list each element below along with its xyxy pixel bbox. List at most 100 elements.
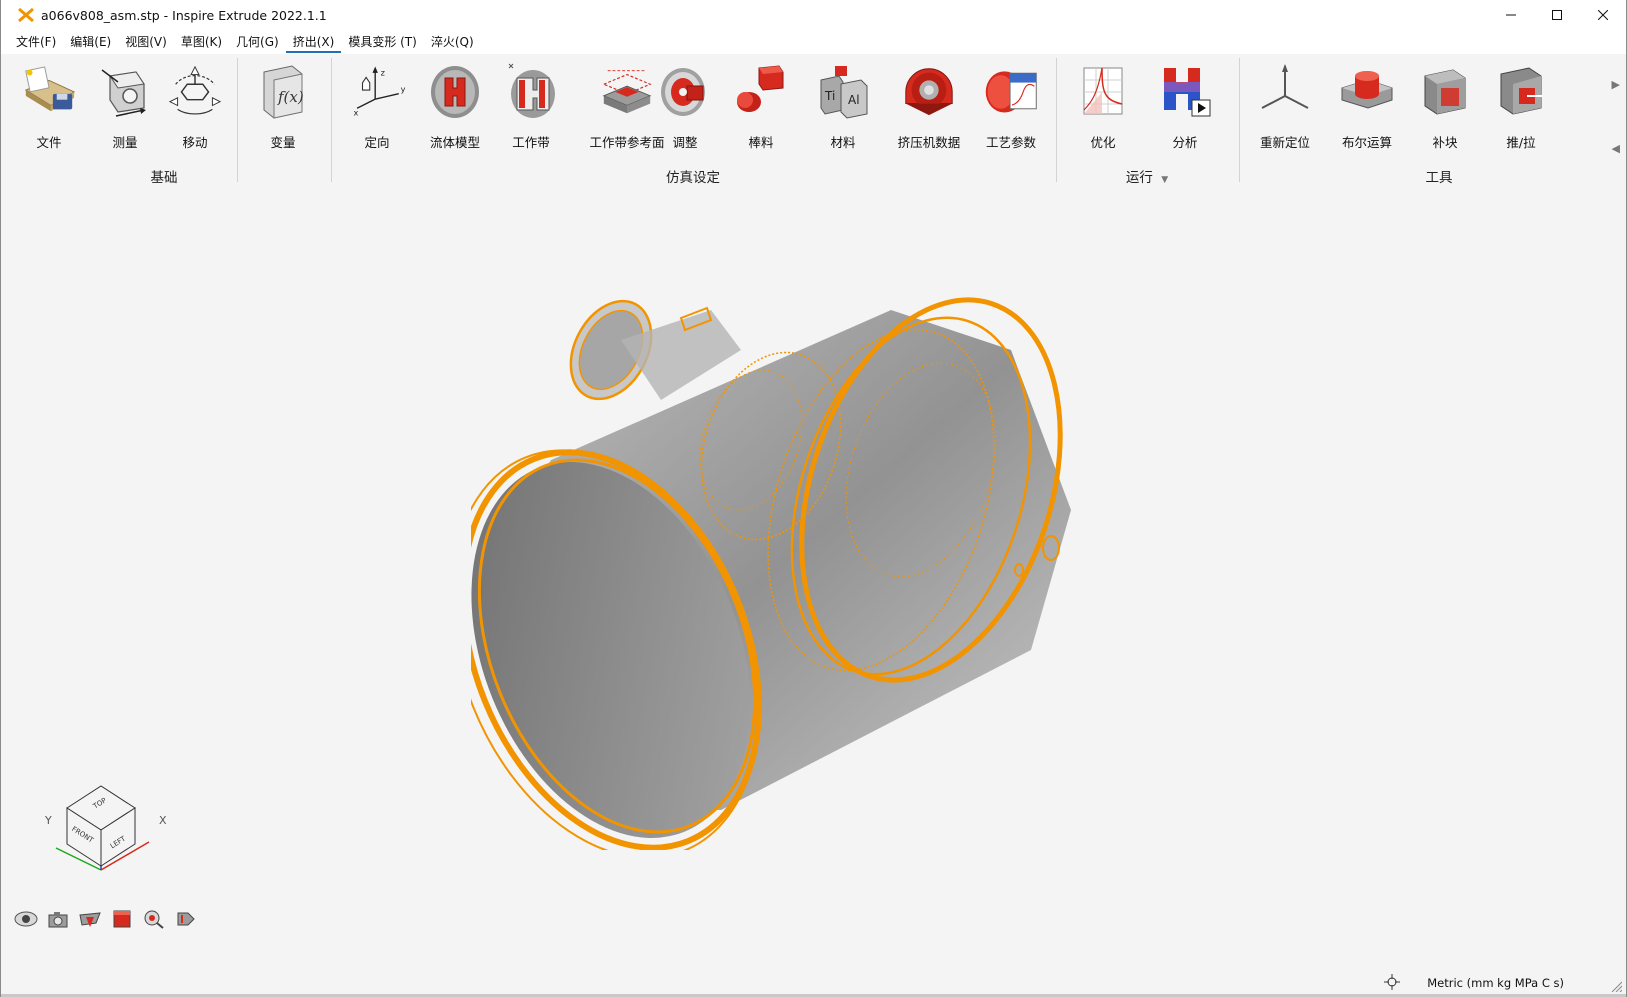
measure-tool-label: 测量: [112, 135, 138, 150]
svg-text:f(x): f(x): [277, 88, 304, 106]
billet-tool-button[interactable]: 棒料: [723, 62, 799, 152]
model-assembly[interactable]: [450, 290, 1091, 859]
maximize-button[interactable]: [1534, 0, 1580, 30]
optimize-tool-label: 优化: [1090, 135, 1116, 150]
file-tool-button[interactable]: 文件: [11, 62, 87, 152]
window-controls: [1488, 0, 1626, 30]
svg-text:Al: Al: [848, 93, 860, 107]
ribbon: 文件 测量 移动 f(x) 变量 z y x 定向 流体模型 工作带 工作带参考…: [1, 54, 1626, 190]
title-bar: a066v808_asm.stp - Inspire Extrude 2022.…: [1, 0, 1626, 30]
modeling-viewport[interactable]: TOP FRONT LEFT Y X: [1, 190, 1626, 980]
view-cube[interactable]: TOP FRONT LEFT Y X: [41, 780, 181, 880]
ribbon-separator: [331, 58, 332, 182]
window-title: a066v808_asm.stp - Inspire Extrude 2022.…: [41, 7, 327, 23]
group-label-run[interactable]: 运行 ▼: [1126, 166, 1168, 186]
boolean-tool-button[interactable]: 布尔运算: [1329, 62, 1405, 152]
group-label-simulation-setup: 仿真设定: [666, 170, 720, 186]
flow-model-tool-label: 流体模型: [429, 135, 480, 150]
press-data-tool-button[interactable]: 挤压机数据: [891, 62, 967, 152]
bearing-icon: [502, 62, 560, 120]
visibility-eye-icon[interactable]: [13, 908, 39, 930]
adjust-icon: [656, 62, 714, 120]
menu-edit[interactable]: 编辑(E): [63, 31, 118, 53]
boolean-icon: [1338, 62, 1396, 120]
close-button[interactable]: [1580, 0, 1626, 30]
flow-model-tool-button[interactable]: 流体模型: [417, 62, 493, 152]
variables-tool-label: 变量: [270, 135, 296, 150]
reposition-tool-button[interactable]: 重新定位: [1247, 62, 1323, 152]
variables-tool-button[interactable]: f(x) 变量: [245, 62, 321, 152]
analyze-tool-button[interactable]: 分析: [1147, 62, 1223, 152]
svg-text:Ti: Ti: [824, 89, 835, 103]
material-icon: Ti Al: [814, 62, 872, 120]
menu-die-deformation[interactable]: 模具变形 (T): [341, 31, 424, 53]
unit-system-label[interactable]: Metric (mm kg MPa C s): [1427, 976, 1564, 990]
orient-tool-label: 定向: [364, 135, 390, 150]
move-icon: [166, 62, 224, 120]
process-params-tool-label: 工艺参数: [985, 135, 1036, 150]
patch-tool-button[interactable]: 补块: [1407, 62, 1483, 152]
bearing-tool-button[interactable]: 工作带: [493, 62, 569, 152]
group-label-run-text: 运行: [1125, 170, 1153, 186]
patch-tool-label: 补块: [1432, 135, 1458, 150]
resize-grip-icon[interactable]: [1610, 980, 1623, 995]
menu-quench[interactable]: 淬火(Q): [424, 31, 481, 53]
menu-extrude[interactable]: 挤出(X): [285, 31, 342, 53]
measure-tool-button[interactable]: 测量: [87, 62, 163, 152]
orient-tool-button[interactable]: z y x 定向: [339, 62, 415, 152]
ribbon-scroll-left-icon[interactable]: ◀: [1612, 142, 1620, 155]
billet-tool-label: 棒料: [748, 135, 774, 150]
svg-text:z: z: [381, 68, 385, 78]
push-pull-tool-label: 推/拉: [1506, 135, 1536, 150]
reposition-icon: [1256, 62, 1314, 120]
move-tool-label: 移动: [182, 135, 208, 150]
adjust-tool-label: 调整: [672, 135, 698, 150]
axis-y-label: Y: [45, 814, 52, 827]
material-tool-button[interactable]: Ti Al 材料: [805, 62, 881, 152]
ribbon-scroll-right-icon[interactable]: ▶: [1612, 78, 1620, 91]
analyze-tool-label: 分析: [1172, 135, 1198, 150]
group-label-basics: 基础: [150, 170, 178, 186]
render-mode-icon[interactable]: [109, 908, 135, 930]
app-logo-icon: [15, 0, 37, 30]
ribbon-separator: [237, 58, 238, 182]
flow-model-icon: [426, 62, 484, 120]
menu-view[interactable]: 视图(V): [118, 31, 174, 53]
process-params-icon: [982, 62, 1040, 120]
menu-bar: 文件(F) 编辑(E) 视图(V) 草图(K) 几何(G) 挤出(X) 模具变形…: [1, 30, 1626, 54]
menu-geometry[interactable]: 几何(G): [229, 31, 286, 53]
press-data-tool-label: 挤压机数据: [897, 135, 961, 150]
optimize-icon: [1074, 62, 1132, 120]
minimize-button[interactable]: [1488, 0, 1534, 30]
reposition-tool-label: 重新定位: [1259, 135, 1310, 150]
analyze-icon: [1156, 62, 1214, 120]
view-tools: [13, 908, 199, 930]
push-pull-icon: [1492, 62, 1550, 120]
3d-view-icon[interactable]: [173, 908, 199, 930]
svg-text:x: x: [353, 107, 358, 117]
optimize-tool-button[interactable]: 优化: [1065, 62, 1141, 152]
svg-text:y: y: [401, 84, 406, 94]
crosshair-icon[interactable]: [1384, 974, 1400, 993]
axis-x-label: X: [159, 814, 167, 827]
boolean-tool-label: 布尔运算: [1341, 135, 1392, 150]
group-label-tools: 工具: [1425, 170, 1453, 186]
ribbon-separator: [1239, 58, 1240, 182]
ribbon-separator: [1056, 58, 1057, 182]
section-cut-icon[interactable]: [77, 908, 103, 930]
menu-file[interactable]: 文件(F): [9, 31, 63, 53]
press-icon: [900, 62, 958, 120]
process-params-tool-button[interactable]: 工艺参数: [973, 62, 1049, 152]
app-window: a066v808_asm.stp - Inspire Extrude 2022.…: [0, 0, 1627, 997]
axes-icon: z y x: [348, 62, 406, 120]
bearing-tool-label: 工作带: [512, 135, 550, 150]
move-tool-button[interactable]: 移动: [157, 62, 233, 152]
zoom-icon[interactable]: [141, 908, 167, 930]
adjust-tool-button[interactable]: 调整: [647, 62, 723, 152]
chevron-down-icon: ▼: [1161, 175, 1169, 185]
push-pull-tool-button[interactable]: 推/拉: [1483, 62, 1559, 152]
status-bar: Metric (mm kg MPa C s): [1, 970, 1626, 997]
camera-icon[interactable]: [45, 908, 71, 930]
file-tool-label: 文件: [36, 135, 62, 150]
menu-sketch[interactable]: 草图(K): [174, 31, 229, 53]
